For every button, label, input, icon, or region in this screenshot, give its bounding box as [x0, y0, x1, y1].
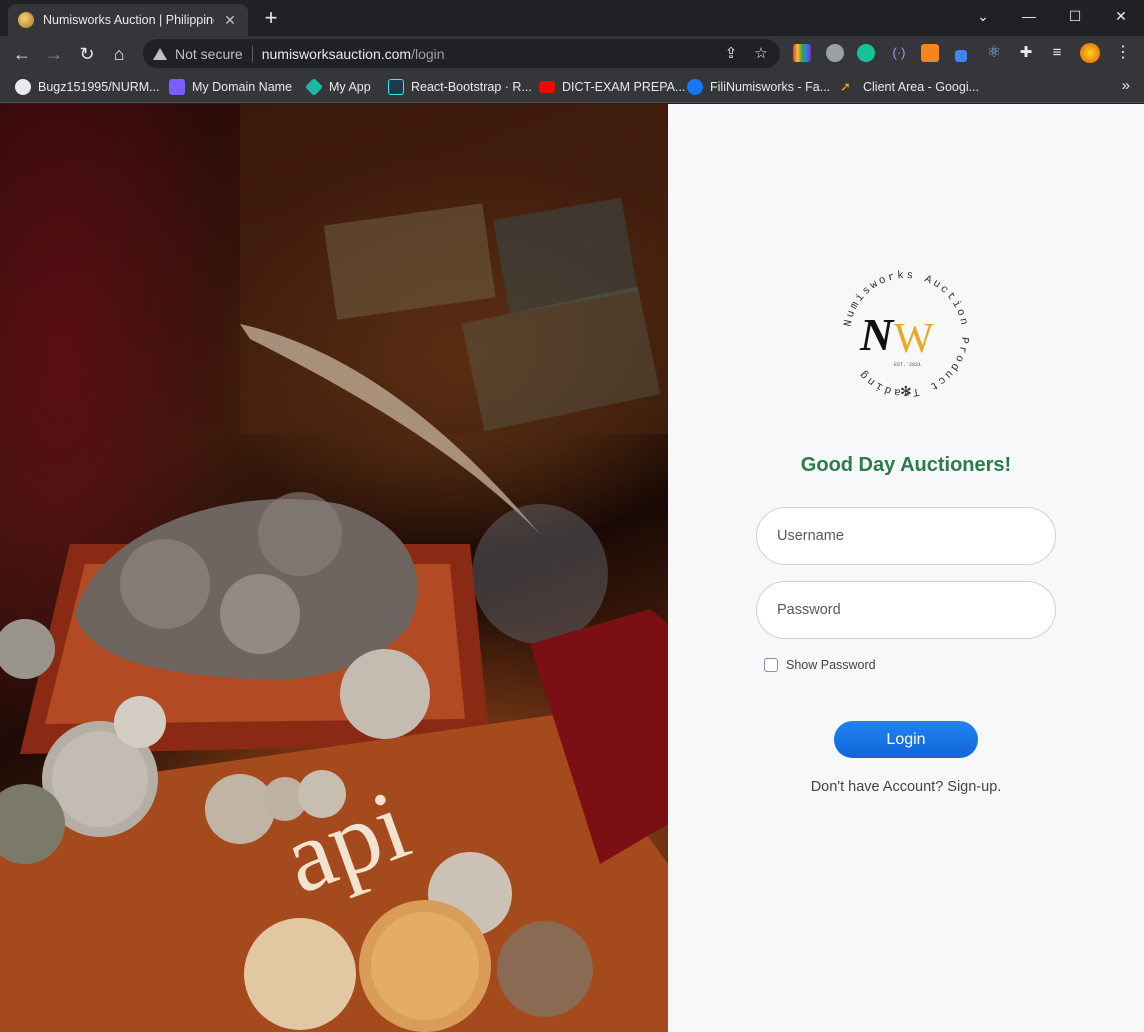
show-password-toggle[interactable]: Show Password — [764, 658, 876, 672]
home-button[interactable]: ⌂ — [105, 40, 133, 68]
signup-prompt[interactable]: Don't have Account? Sign-up. — [668, 779, 1144, 795]
forward-button[interactable]: → — [40, 40, 68, 68]
greeting-heading: Good Day Auctioners! — [800, 454, 1012, 476]
svg-text:N: N — [859, 309, 895, 360]
profile-avatar[interactable] — [1080, 43, 1100, 63]
color-picker-extension-icon[interactable] — [793, 44, 811, 62]
domain-icon — [169, 79, 185, 95]
github-icon — [15, 79, 31, 95]
menu-kebab-icon[interactable]: ⋮ — [1114, 44, 1132, 62]
active-tab[interactable]: Numisworks Auction | Philippines ✕ — [8, 4, 248, 36]
bookmark-item[interactable]: Bugz151995/NURM... — [15, 77, 160, 97]
tab-strip: Numisworks Auction | Philippines ✕ + ⌄ —… — [0, 0, 1144, 36]
rocket-icon: ➚ — [840, 79, 851, 94]
bookmark-label: React-Bootstrap · R... — [411, 80, 532, 94]
wave-extension-icon[interactable]: (·) — [890, 44, 908, 62]
bookmarks-bar: Bugz151995/NURM... My Domain Name My App… — [0, 71, 1144, 103]
close-window-button[interactable]: ✕ — [1098, 0, 1144, 32]
new-tab-button[interactable]: + — [258, 6, 284, 32]
maximize-button[interactable]: ☐ — [1052, 0, 1098, 32]
bookmark-item[interactable]: React-Bootstrap · R... — [388, 77, 532, 97]
react-bootstrap-icon — [388, 79, 404, 95]
coins-illustration: api — [0, 104, 668, 1032]
minimize-button[interactable]: — — [1006, 0, 1052, 32]
metamask-icon[interactable] — [921, 44, 939, 62]
youtube-icon — [539, 81, 555, 93]
grammarly-icon[interactable] — [857, 44, 875, 62]
browser-toolbar: ← → ↻ ⌂ Not secure numisworksauction.com… — [0, 36, 1144, 71]
reload-button[interactable]: ↻ — [73, 40, 101, 68]
warning-icon — [153, 47, 167, 60]
devtools-extension-icon[interactable] — [955, 50, 967, 62]
security-label[interactable]: Not secure — [175, 46, 243, 62]
extension-icon[interactable] — [826, 44, 844, 62]
bookmark-label: Bugz151995/NURM... — [38, 80, 160, 94]
url-path: /login — [411, 45, 445, 62]
address-bar[interactable]: Not secure numisworksauction.com /login … — [143, 39, 780, 68]
signup-link[interactable]: Don't have Account? Sign-up. — [811, 779, 1002, 795]
facebook-icon — [687, 79, 703, 95]
bookmark-item[interactable]: My App — [304, 77, 371, 97]
share-icon[interactable]: ⇪ — [721, 44, 741, 64]
more-bookmarks-button[interactable]: » — [1122, 77, 1130, 94]
tab-title: Numisworks Auction | Philippines — [43, 13, 214, 27]
url-host: numisworksauction.com — [261, 45, 412, 62]
bookmark-label: DICT-EXAM PREPA... — [562, 80, 686, 94]
bookmark-label: My App — [329, 80, 371, 94]
bookmark-item[interactable]: FiliNumisworks - Fa... — [687, 77, 830, 97]
username-input[interactable] — [756, 507, 1056, 565]
back-button[interactable]: ← — [8, 40, 36, 68]
bookmark-label: My Domain Name — [192, 80, 293, 94]
omnibox-divider — [251, 45, 253, 62]
svg-text:✻: ✻ — [900, 383, 912, 399]
login-button[interactable]: Login — [834, 721, 978, 758]
bookmark-star-icon[interactable]: ☆ — [751, 44, 771, 64]
bookmark-label: Client Area - Googi... — [863, 80, 980, 94]
bookmark-item[interactable]: My Domain Name — [169, 77, 292, 97]
show-password-label: Show Password — [786, 658, 876, 672]
show-password-checkbox[interactable] — [764, 658, 778, 672]
tab-search-icon[interactable]: ⌄ — [960, 0, 1006, 32]
media-queue-icon[interactable]: ≡ — [1048, 44, 1066, 62]
coin-favicon-icon — [18, 12, 34, 28]
numisworks-logo: Numisworks Auction Product Trading N W E… — [842, 270, 967, 399]
bookmark-label: FiliNumisworks - Fa... — [710, 80, 831, 94]
login-page: api Numisworks Auction Product Trading N… — [0, 104, 1144, 1032]
app-icon — [304, 77, 324, 97]
svg-text:W: W — [894, 316, 934, 362]
login-panel: Numisworks Auction Product Trading N W E… — [668, 104, 1144, 1032]
password-input[interactable] — [756, 581, 1056, 639]
hero-image-coins: api — [0, 104, 668, 1032]
close-tab-icon[interactable]: ✕ — [222, 12, 238, 29]
svg-text:EST. 2021: EST. 2021 — [894, 362, 921, 368]
bookmark-item[interactable]: DICT-EXAM PREPA... — [539, 77, 685, 97]
extensions-puzzle-icon[interactable]: ✚ — [1017, 44, 1035, 62]
react-devtools-icon[interactable]: ⚛ — [985, 44, 1003, 62]
bookmark-item[interactable]: ➚ Client Area - Googi... — [840, 77, 979, 97]
